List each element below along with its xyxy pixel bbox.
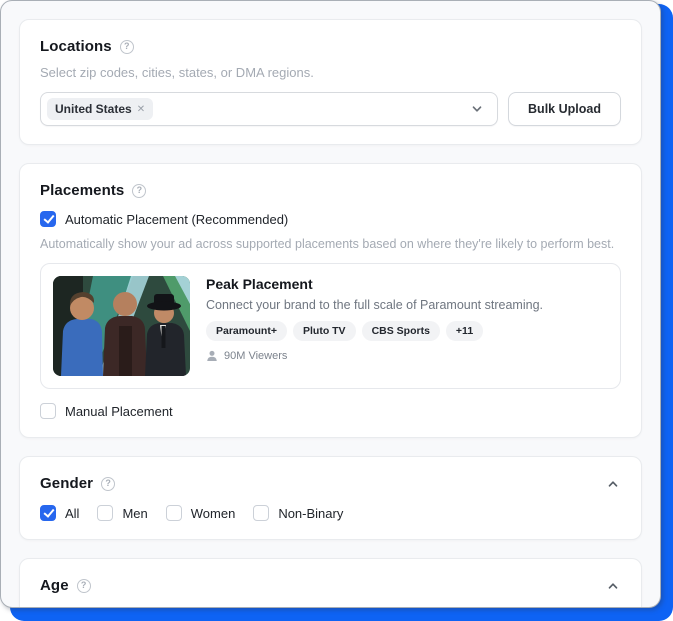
age-section: Age ? bbox=[19, 558, 642, 607]
locations-section: Locations ? Select zip codes, cities, st… bbox=[19, 19, 642, 145]
gender-option-men[interactable]: Men bbox=[97, 505, 148, 521]
gender-options: All Men Women Non-Binary bbox=[40, 505, 621, 521]
gender-non-binary-label: Non-Binary bbox=[278, 505, 344, 521]
gender-women-label: Women bbox=[190, 505, 236, 521]
targeting-panel: Locations ? Select zip codes, cities, st… bbox=[0, 0, 661, 608]
remove-location-icon[interactable]: ✕ bbox=[137, 104, 145, 115]
viewers-count: 90M Viewers bbox=[224, 350, 288, 362]
peak-placement-info: Peak Placement Connect your brand to the… bbox=[206, 276, 543, 376]
chip-more-count: +11 bbox=[445, 321, 484, 341]
chip-cbs-sports: CBS Sports bbox=[361, 321, 440, 341]
gender-option-non-binary[interactable]: Non-Binary bbox=[253, 505, 343, 521]
gender-option-women[interactable]: Women bbox=[165, 505, 236, 521]
locations-title: Locations bbox=[40, 38, 112, 55]
peak-placement-card[interactable]: Peak Placement Connect your brand to the… bbox=[40, 263, 621, 389]
placements-description: Automatically show your ad across suppor… bbox=[40, 237, 615, 251]
help-icon[interactable]: ? bbox=[132, 183, 147, 198]
help-icon[interactable]: ? bbox=[119, 39, 134, 54]
gender-women-checkbox[interactable] bbox=[165, 505, 182, 521]
peak-placement-image bbox=[53, 276, 190, 376]
automatic-placement-checkbox[interactable] bbox=[40, 211, 56, 227]
collapse-gender-chevron-up-icon[interactable] bbox=[605, 476, 621, 492]
gender-men-label: Men bbox=[122, 505, 148, 521]
gender-men-checkbox[interactable] bbox=[97, 505, 114, 521]
help-icon[interactable]: ? bbox=[76, 578, 91, 593]
placements-title: Placements bbox=[40, 182, 125, 199]
placements-section: Placements ? Automatic Placement (Recomm… bbox=[19, 163, 642, 438]
manual-placement-label: Manual Placement bbox=[65, 403, 173, 419]
gender-all-checkbox[interactable] bbox=[40, 505, 56, 521]
help-icon[interactable]: ? bbox=[101, 476, 116, 491]
page: Locations ? Select zip codes, cities, st… bbox=[0, 0, 673, 621]
peak-placement-description: Connect your brand to the full scale of … bbox=[206, 298, 543, 312]
selected-location-label: United States bbox=[55, 102, 132, 116]
automatic-placement-label: Automatic Placement (Recommended) bbox=[65, 211, 289, 227]
peak-placement-title: Peak Placement bbox=[206, 276, 313, 292]
manual-placement-checkbox[interactable] bbox=[40, 403, 56, 419]
bulk-upload-button[interactable]: Bulk Upload bbox=[508, 92, 621, 126]
peak-placement-chips: Paramount+ Pluto TV CBS Sports +11 bbox=[206, 321, 543, 341]
selected-location-chip: United States ✕ bbox=[47, 98, 154, 120]
automatic-placement-option[interactable]: Automatic Placement (Recommended) bbox=[40, 211, 621, 227]
chevron-down-icon bbox=[469, 101, 485, 117]
age-title: Age bbox=[40, 577, 69, 594]
locations-subtitle: Select zip codes, cities, states, or DMA… bbox=[40, 65, 314, 80]
viewers-icon bbox=[206, 350, 218, 362]
chip-paramount-plus: Paramount+ bbox=[206, 321, 287, 341]
gender-all-label: All bbox=[65, 505, 80, 521]
gender-non-binary-checkbox[interactable] bbox=[253, 505, 270, 521]
gender-option-all[interactable]: All bbox=[40, 505, 79, 521]
manual-placement-option[interactable]: Manual Placement bbox=[40, 403, 621, 419]
collapse-age-chevron-up-icon[interactable] bbox=[605, 578, 621, 594]
gender-section: Gender ? All Men Women Non-Binary bbox=[19, 456, 642, 540]
locations-select[interactable]: United States ✕ bbox=[40, 92, 498, 126]
chip-pluto-tv: Pluto TV bbox=[292, 321, 356, 341]
gender-title: Gender bbox=[40, 475, 94, 492]
